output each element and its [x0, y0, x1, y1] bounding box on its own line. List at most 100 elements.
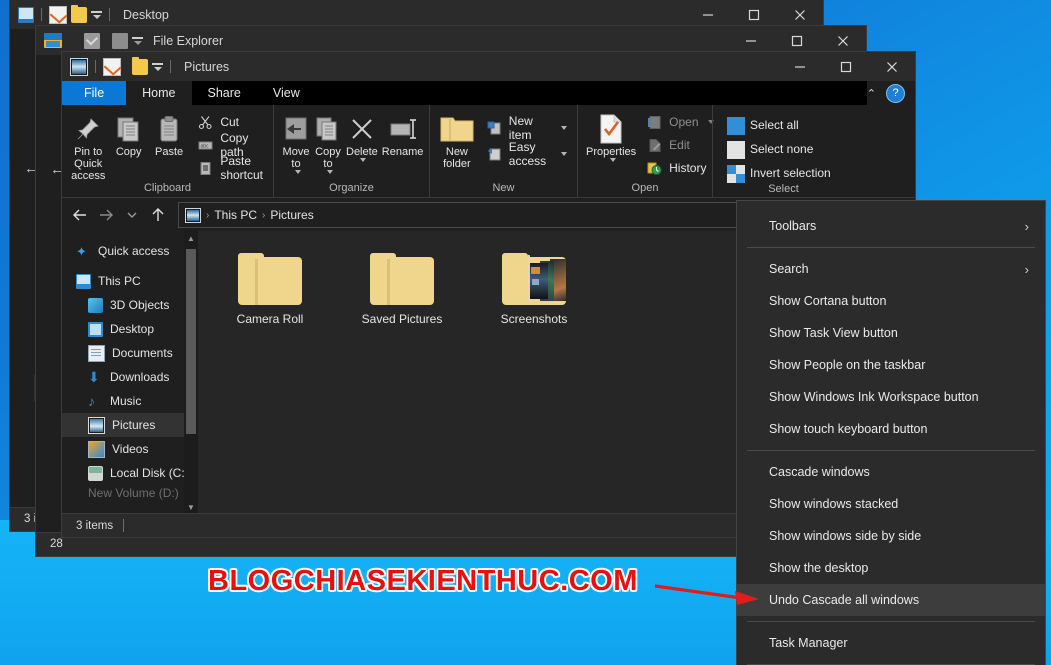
tab-view[interactable]: View	[257, 81, 316, 105]
menu-item-show-task-view-button[interactable]: Show Task View button	[737, 317, 1045, 349]
maximize-button[interactable]	[774, 26, 820, 55]
taskbar-context-menu[interactable]: Toolbars › Search › Show Cortana button …	[736, 200, 1046, 665]
new-folder-button[interactable]: New folder	[436, 108, 478, 170]
minimize-button[interactable]	[777, 52, 823, 81]
pin-to-quick-access-button[interactable]: Pin to Quick access	[68, 108, 108, 182]
window-controls-desktop[interactable]	[685, 0, 823, 29]
window-controls-pictures[interactable]	[777, 52, 915, 81]
menu-item-show-cortana-button[interactable]: Show Cortana button	[737, 285, 1045, 317]
recent-locations-button[interactable]	[120, 203, 144, 227]
new-folder-icon[interactable]	[71, 4, 87, 23]
titlebar-file-explorer[interactable]: File Explorer	[36, 26, 866, 55]
move-to-button[interactable]: Move to	[280, 108, 312, 174]
menu-item-show-touch-keyboard-button[interactable]: Show touch keyboard button	[737, 413, 1045, 445]
list-item[interactable]: Saved Pictures	[356, 253, 448, 326]
folder-with-preview-icon	[502, 253, 566, 305]
navigation-pane[interactable]: ✦ Quick access This PC 3D Objects Deskto…	[62, 231, 198, 514]
sidebar-item-3d-objects[interactable]: 3D Objects	[62, 293, 198, 317]
properties-icon[interactable]	[84, 32, 100, 49]
paste-shortcut-button[interactable]: Paste shortcut	[193, 154, 267, 182]
properties-button[interactable]: Properties	[584, 108, 638, 162]
menu-item-show-windows-ink-workspace-button[interactable]: Show Windows Ink Workspace button	[737, 381, 1045, 413]
minimize-button[interactable]	[685, 0, 731, 29]
customize-toolbar-icon[interactable]	[152, 62, 163, 71]
cut-button[interactable]: Cut	[193, 112, 267, 132]
menu-item-show-people-on-the-taskbar[interactable]: Show People on the taskbar	[737, 349, 1045, 381]
minimize-button[interactable]	[728, 26, 774, 55]
sidebar-item-videos[interactable]: Videos	[62, 437, 198, 461]
new-folder-icon[interactable]	[112, 32, 128, 49]
delete-button[interactable]: Delete	[344, 108, 380, 162]
customize-toolbar-icon[interactable]	[132, 36, 143, 45]
chevron-down-icon[interactable]	[326, 170, 333, 174]
sidebar-item-desktop[interactable]: Desktop	[62, 317, 198, 341]
tab-home[interactable]: Home	[126, 81, 192, 105]
copy-to-button[interactable]: Copy to	[312, 108, 344, 174]
breadcrumb-pictures[interactable]: Pictures	[270, 208, 313, 222]
chevron-down-icon[interactable]	[561, 126, 567, 130]
back-button[interactable]	[68, 203, 92, 227]
menu-item-show-windows-side-by-side[interactable]: Show windows side by side	[737, 520, 1045, 552]
up-button[interactable]	[146, 203, 170, 227]
menu-item-search[interactable]: Search ›	[737, 253, 1045, 285]
downloads-icon: ⬇	[88, 368, 100, 385]
history-button[interactable]: History	[642, 158, 717, 178]
select-small-buttons: Select all Select none Invert selection	[719, 108, 835, 183]
sidebar-item-music[interactable]: ♪ Music	[62, 389, 198, 413]
menu-item-show-the-desktop[interactable]: Show the desktop	[737, 552, 1045, 584]
copy-path-button[interactable]: abc Copy path	[193, 131, 267, 159]
titlebar-pictures[interactable]: Pictures	[62, 52, 915, 81]
close-button[interactable]	[777, 0, 823, 29]
open-button[interactable]: Open	[642, 112, 717, 132]
window-controls-file-explorer[interactable]	[728, 26, 866, 55]
ribbon-tabs[interactable]: File Home Share View ⌃ ?	[62, 81, 915, 105]
chevron-down-icon[interactable]	[294, 170, 301, 174]
menu-item-undo-cascade-all-windows[interactable]: Undo Cascade all windows	[737, 584, 1045, 616]
sidebar-item-documents[interactable]: Documents	[62, 341, 198, 365]
invert-selection-button[interactable]: Invert selection	[723, 163, 835, 183]
customize-toolbar-icon[interactable]	[91, 10, 102, 19]
sidebar-item-this-pc[interactable]: This PC	[62, 269, 198, 293]
chevron-down-icon[interactable]	[360, 158, 367, 162]
sidebar-item-downloads[interactable]: ⬇ Downloads	[62, 365, 198, 389]
select-all-button[interactable]: Select all	[723, 115, 835, 135]
scroll-down-arrow[interactable]: ▼	[184, 500, 198, 514]
properties-note-icon[interactable]	[49, 5, 67, 24]
help-icon[interactable]: ?	[886, 83, 905, 103]
navigation-scrollbar[interactable]: ▲ ▼	[184, 231, 198, 514]
new-folder-icon[interactable]	[132, 56, 148, 75]
close-button[interactable]	[820, 26, 866, 55]
sidebar-item-pictures[interactable]: Pictures	[62, 413, 198, 437]
collapse-ribbon-icon[interactable]: ⌃	[867, 87, 876, 100]
forward-button[interactable]	[94, 203, 118, 227]
easy-access-button[interactable]: Easy access	[482, 140, 571, 168]
sidebar-item-new-volume-clipped[interactable]: New Volume (D:)	[62, 486, 198, 500]
menu-item-task-manager[interactable]: Task Manager	[737, 627, 1045, 659]
list-item[interactable]: Camera Roll	[224, 253, 316, 326]
paste-button[interactable]: Paste	[149, 108, 189, 158]
rename-button[interactable]: Rename	[380, 108, 426, 158]
tab-file[interactable]: File	[62, 81, 127, 105]
breadcrumb-this-pc[interactable]: This PC	[214, 208, 257, 222]
scrollbar-thumb[interactable]	[186, 249, 196, 434]
edit-button[interactable]: Edit	[642, 135, 717, 155]
menu-item-cascade-windows[interactable]: Cascade windows	[737, 456, 1045, 488]
maximize-button[interactable]	[731, 0, 777, 29]
chevron-down-icon[interactable]	[561, 152, 567, 156]
list-item[interactable]: Screenshots	[488, 253, 580, 326]
titlebar-desktop[interactable]: Desktop	[10, 0, 823, 29]
close-button[interactable]	[869, 52, 915, 81]
tab-share[interactable]: Share	[192, 81, 257, 105]
properties-icon[interactable]	[103, 57, 121, 76]
scroll-up-arrow[interactable]: ▲	[184, 231, 198, 245]
select-none-button[interactable]: Select none	[723, 139, 835, 159]
copy-button[interactable]: Copy	[108, 108, 148, 158]
sidebar-item-quick-access[interactable]: ✦ Quick access	[62, 239, 198, 263]
sidebar-item-local-disk[interactable]: Local Disk (C:)	[62, 461, 198, 485]
maximize-button[interactable]	[823, 52, 869, 81]
chevron-down-icon[interactable]	[609, 158, 616, 162]
menu-item-toolbars[interactable]: Toolbars ›	[737, 210, 1045, 242]
menu-item-show-windows-stacked[interactable]: Show windows stacked	[737, 488, 1045, 520]
divider	[109, 8, 110, 21]
new-item-button[interactable]: New item	[482, 114, 571, 142]
